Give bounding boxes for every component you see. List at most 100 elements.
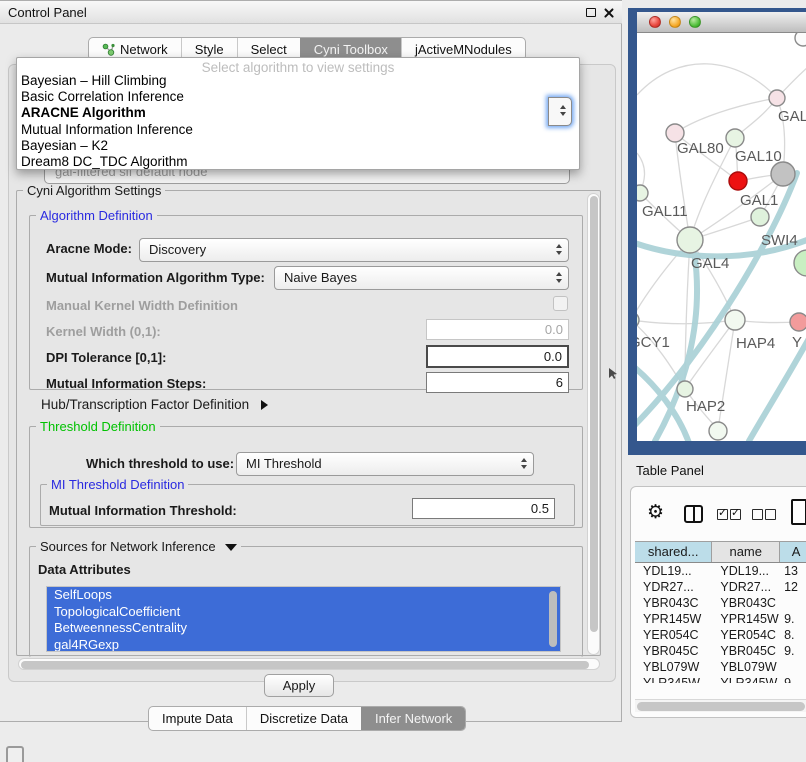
table-row[interactable]: YPR145WYPR145W9. [635,611,806,627]
settings-horizontal-scrollbar[interactable] [18,658,600,670]
node-unlabeled[interactable] [794,250,806,276]
node-hap4[interactable] [725,310,745,330]
dpi-tolerance-input[interactable]: 0.0 [426,345,569,368]
node-swi4[interactable] [751,208,769,226]
mi-algorithm-type-combo[interactable]: Naive Bayes [274,266,569,290]
table-row[interactable]: YLR345WYLR345W9. [635,675,806,683]
table-panel-title: Table Panel [636,463,704,478]
column-header-shared[interactable]: shared... [635,542,712,562]
network-graph[interactable]: GALGAL80GAL10GAL1GAL11SWI4GAL4GCY1HAP4YH… [637,33,806,441]
data-attribute-item-selfloops[interactable]: SelfLoops [47,587,560,604]
tab-impute-data-label: Impute Data [162,706,233,731]
select-all-checkbox-icon[interactable]: ✓ [730,509,741,520]
document-icon[interactable] [791,499,806,525]
network-canvas[interactable]: GALGAL80GAL10GAL1GAL11SWI4GAL4GCY1HAP4YH… [637,33,806,441]
tab-discretize-data[interactable]: Discretize Data [246,707,361,730]
table-horizontal-scrollbar-thumb[interactable] [637,702,805,711]
tab-discretize-data-label: Discretize Data [260,706,348,731]
sources-title[interactable]: Sources for Network Inference [36,539,241,554]
mi-steps-input[interactable]: 6 [426,372,569,393]
settings-vertical-scrollbar[interactable] [587,193,600,655]
manual-kernel-width-checkbox[interactable] [553,296,568,311]
kernel-width-input[interactable]: 0.0 [426,319,569,340]
zoom-traffic-light-icon[interactable] [689,16,701,28]
node-y[interactable] [790,313,806,331]
select-all-checkbox-icon[interactable]: ✓ [717,509,728,520]
node-gal4[interactable] [677,227,703,253]
table-horizontal-scrollbar[interactable] [635,699,806,712]
close-window-icon[interactable] [604,7,615,18]
stepper-arrows-icon [556,272,562,283]
table-row[interactable]: YDL19...YDL19...13 [635,563,806,579]
table-cell: 8. [780,627,806,643]
node-label-gal80: GAL80 [677,140,724,157]
node-gal1[interactable] [729,172,747,190]
algorithm-menu-item-mutual-information-inference[interactable]: Mutual Information Inference [17,122,579,138]
aracne-mode-combo[interactable]: Discovery [139,238,569,262]
node-table: shared...nameA YDL19...YDL19...13YDR27..… [635,541,806,683]
network-window-titlebar[interactable] [637,12,806,33]
data-attribute-item-betweennesscentrality[interactable]: BetweennessCentrality [47,620,560,637]
table-cell: YPR145W [635,611,712,627]
algorithm-menu-item-aracne-algorithm[interactable]: ARACNE Algorithm [17,105,579,121]
focused-combo-fragment[interactable] [548,97,572,126]
table-cell: 12 [780,579,806,595]
data-attributes-list[interactable]: SelfLoopsTopologicalCoefficientBetweenne… [46,586,561,652]
apply-button-label: Apply [283,678,316,693]
close-traffic-light-icon[interactable] [649,16,661,28]
mi-algorithm-type-value: Naive Bayes [284,270,357,285]
node-gal[interactable] [769,90,785,106]
float-window-icon[interactable] [586,8,596,17]
algorithm-menu-item-dream8-dc-tdc-algorithm[interactable]: Dream8 DC_TDC Algorithm [17,154,579,170]
gear-icon[interactable]: ⚙ [647,503,664,522]
tab-infer-network[interactable]: Infer Network [361,707,465,730]
node-gal10[interactable] [726,129,744,147]
split-columns-icon[interactable] [684,505,703,523]
node-hap2[interactable] [677,381,693,397]
table-row[interactable]: YDR27...YDR27...12 [635,579,806,595]
threshold-definition-group: Threshold Definition Which threshold to … [29,426,583,528]
node-unlabeled[interactable] [795,33,806,46]
settings-horizontal-scrollbar-thumb[interactable] [21,661,589,669]
minimized-panel-icon[interactable] [6,746,24,762]
data-attribute-item-topologicalcoefficient[interactable]: TopologicalCoefficient [47,604,560,621]
mi-threshold-label: Mutual Information Threshold: [49,503,237,518]
table-row[interactable]: YBR045CYBR045C9. [635,643,806,659]
kernel-width-label: Kernel Width (0,1): [46,324,161,339]
node-label-gal4: GAL4 [691,255,729,272]
mi-steps-label: Mutual Information Steps: [46,376,206,391]
node-unlabeled[interactable] [771,162,795,186]
hub-transcription-label: Hub/Transcription Factor Definition [41,397,249,412]
table-cell: YLR345W [712,675,780,683]
table-row[interactable]: YBL079WYBL079W [635,659,806,675]
algorithm-menu-item-basic-correlation-inference[interactable]: Basic Correlation Inference [17,89,579,105]
tab-jactivemnodules-label: jActiveMNodules [415,42,512,57]
deselect-all-checkbox-icon[interactable] [765,509,776,520]
network-icon [102,43,115,56]
hub-transcription-section[interactable]: Hub/Transcription Factor Definition [41,397,268,412]
table-rows: YDL19...YDL19...13YDR27...YDR27...12YBR0… [635,563,806,683]
which-threshold-combo[interactable]: MI Threshold [236,452,534,476]
table-row[interactable]: YBR043CYBR043C [635,595,806,611]
minimize-traffic-light-icon[interactable] [669,16,681,28]
algorithm-menu-item-bayesian-k2[interactable]: Bayesian – K2 [17,138,579,154]
node-label-y: Y [792,334,802,351]
algorithm-menu-item-bayesian-hill-climbing[interactable]: Bayesian – Hill Climbing [17,73,579,89]
cyni-algorithm-settings-title: Cyni Algorithm Settings [23,183,165,198]
data-attribute-item-gal4rgexp[interactable]: gal4RGexp [47,637,560,653]
apply-button[interactable]: Apply [264,674,334,697]
deselect-all-checkbox-icon[interactable] [752,509,763,520]
table-cell: YDR27... [712,579,780,595]
node-gal11[interactable] [637,185,648,201]
settings-vertical-scrollbar-thumb[interactable] [590,196,598,632]
column-header-name[interactable]: name [712,542,780,562]
list-scrollbar-thumb[interactable] [549,591,557,647]
table-row[interactable]: YER054CYER054C8. [635,627,806,643]
table-cell [780,595,806,611]
column-header-a[interactable]: A [780,542,806,562]
tab-impute-data[interactable]: Impute Data [149,707,246,730]
which-threshold-label: Which threshold to use: [86,456,234,471]
table-cell: YBL079W [712,659,780,675]
mi-threshold-input[interactable]: 0.5 [412,498,555,519]
node-unlabeled[interactable] [709,422,727,440]
